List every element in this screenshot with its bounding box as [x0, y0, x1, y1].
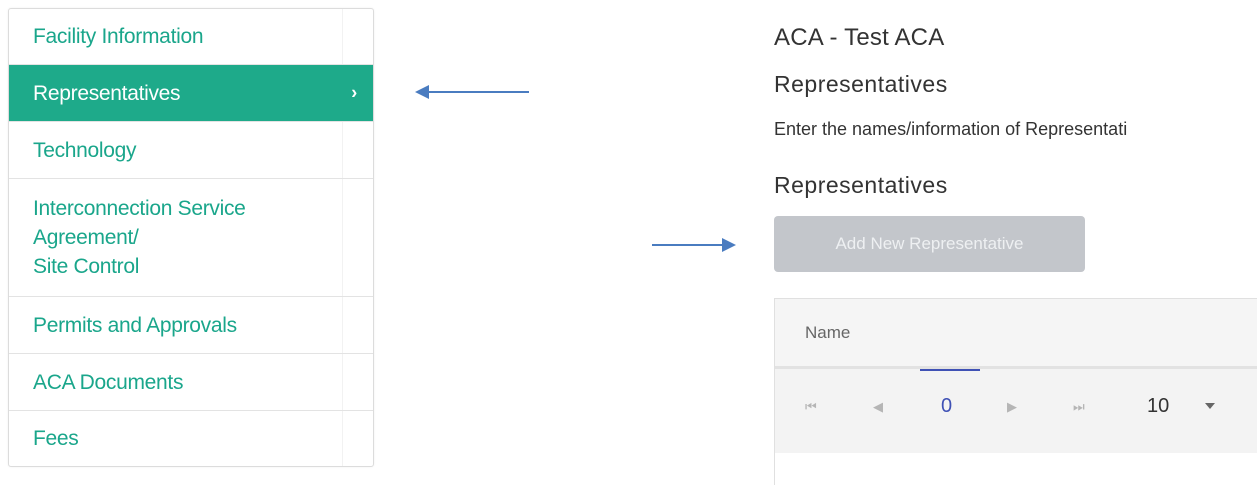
main-content: ACA - Test ACA Representatives Enter the…: [774, 0, 1257, 485]
chevron-down-icon[interactable]: [1205, 403, 1215, 409]
prev-page-icon[interactable]: ◀: [873, 399, 883, 415]
nav-item-representatives[interactable]: Representatives ›: [9, 64, 373, 121]
page-title: ACA - Test ACA: [774, 24, 945, 51]
page-size-select[interactable]: 10: [1147, 395, 1169, 418]
nav-item-spacer: [342, 9, 373, 64]
nav-item-label: Technology: [33, 138, 137, 162]
annotation-arrow-left: [415, 85, 529, 99]
arrow-head-left-icon: [415, 85, 429, 99]
nav-item-spacer: [342, 297, 373, 353]
arrow-shaft: [425, 91, 529, 93]
nav-item-label: Fees: [33, 427, 79, 450]
nav-item-label-line: Site Control: [33, 255, 140, 278]
nav-item-label-line: Agreement/: [33, 226, 139, 249]
nav-item-label-line: Interconnection Service: [33, 197, 246, 220]
nav-item-aca-documents[interactable]: ACA Documents: [9, 353, 373, 410]
arrow-shaft: [652, 244, 724, 246]
column-header-name[interactable]: Name: [805, 323, 850, 343]
first-page-icon[interactable]: ⏮: [805, 399, 817, 415]
nav-item-spacer: [342, 354, 373, 410]
side-navigation: Facility Information Representatives › T…: [8, 8, 374, 467]
representatives-grid: Name ⏮ ◀ 0 ▶ ⏭ 10: [774, 298, 1257, 485]
arrow-head-right-icon: [722, 238, 736, 252]
nav-item-interconnection-service-agreement[interactable]: Interconnection Service Agreement/ Site …: [9, 178, 373, 296]
nav-item-label: ACA Documents: [33, 370, 184, 394]
chevron-right-icon: ›: [351, 82, 357, 103]
last-page-icon[interactable]: ⏭: [1073, 399, 1085, 415]
annotation-arrow-right: [652, 238, 736, 252]
nav-item-technology[interactable]: Technology: [9, 121, 373, 178]
nav-item-label: Facility Information: [33, 25, 204, 48]
grid-header: Name: [775, 299, 1257, 369]
nav-item-facility-information[interactable]: Facility Information: [9, 9, 373, 64]
current-page-number[interactable]: 0: [941, 395, 952, 418]
current-page-indicator: [920, 369, 980, 371]
add-new-representative-button[interactable]: Add New Representative: [774, 216, 1085, 272]
nav-item-label: Permits and Approvals: [33, 313, 237, 337]
nav-item-label: Representatives: [33, 81, 181, 105]
grid-pager: ⏮ ◀ 0 ▶ ⏭ 10: [775, 369, 1257, 453]
nav-item-permits-and-approvals[interactable]: Permits and Approvals: [9, 296, 373, 353]
nav-item-spacer: [342, 179, 373, 296]
section-heading: Representatives: [774, 172, 948, 198]
nav-item-label: Interconnection Service Agreement/ Site …: [33, 194, 373, 281]
nav-item-spacer: [342, 122, 373, 178]
next-page-icon[interactable]: ▶: [1007, 399, 1017, 415]
page-subtitle: Representatives: [774, 71, 948, 97]
page-description: Enter the names/information of Represent…: [774, 119, 1128, 139]
nav-item-spacer: [342, 411, 373, 466]
nav-item-fees[interactable]: Fees: [9, 410, 373, 466]
